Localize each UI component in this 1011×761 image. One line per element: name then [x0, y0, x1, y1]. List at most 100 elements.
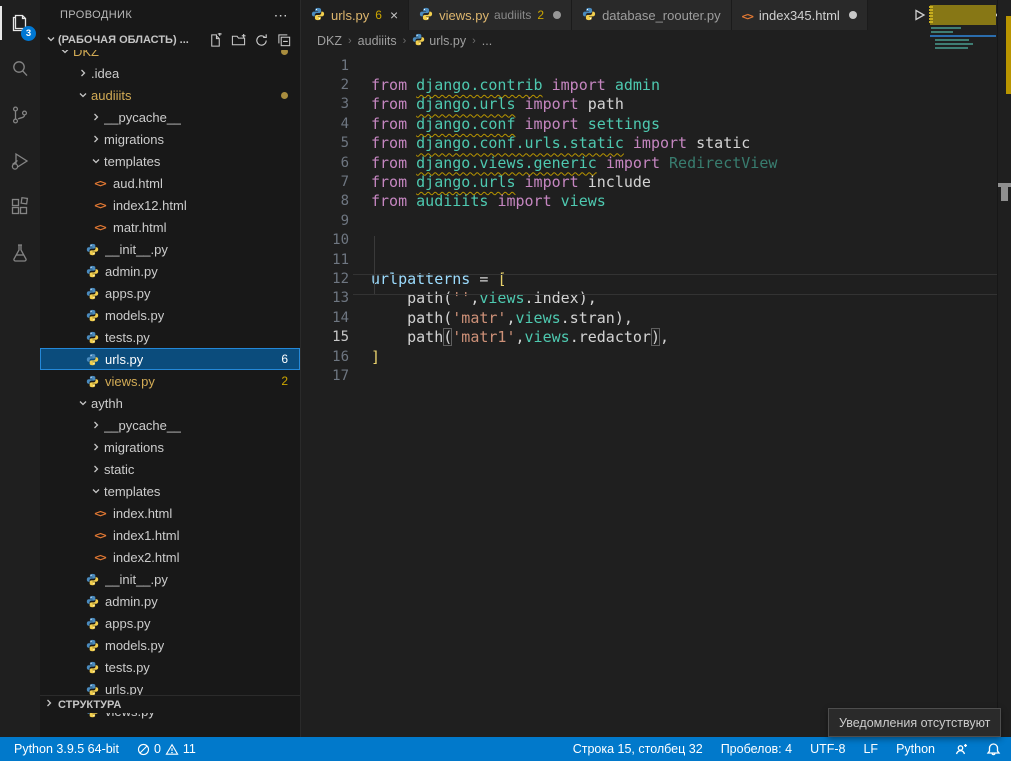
- feedback-icon[interactable]: [953, 742, 968, 757]
- problems-badge: 6: [281, 352, 288, 366]
- code-line-4[interactable]: 4from django.conf import settings: [301, 114, 1011, 133]
- line-number: 11: [301, 252, 349, 268]
- activity-search[interactable]: [0, 46, 40, 92]
- tab-views-py[interactable]: views.pyaudiiits2: [409, 0, 572, 30]
- activity-run-debug[interactable]: [0, 138, 40, 184]
- tree-item-apps-py[interactable]: apps.py: [40, 282, 300, 304]
- explorer-header: ПРОВОДНИК ⋯: [40, 0, 300, 30]
- tree-item-index12-html[interactable]: <>index12.html: [40, 194, 300, 216]
- tree-item-views-py[interactable]: views.py2: [40, 370, 300, 392]
- breadcrumb[interactable]: DKZ›audiiits› urls.py›...: [301, 30, 1011, 52]
- activity-extensions[interactable]: [0, 184, 40, 230]
- code-line-1[interactable]: 1: [301, 56, 1011, 75]
- code-line-13[interactable]: 13 path('',views.index),: [301, 289, 1011, 308]
- status-encoding[interactable]: UTF-8: [810, 742, 845, 756]
- code-line-10[interactable]: 10: [301, 231, 1011, 250]
- tree-item-models-py[interactable]: models.py: [40, 304, 300, 326]
- outline-section-header[interactable]: СТРУКТУРА: [40, 695, 300, 713]
- chevron-right-icon: [88, 464, 104, 474]
- tree-item--init-py[interactable]: __init__.py: [40, 568, 300, 590]
- tree-item-audiiits[interactable]: audiiits: [40, 84, 300, 106]
- breadcrumb-item-urls-py[interactable]: urls.py: [412, 33, 466, 49]
- tab-description: audiiits: [494, 8, 531, 22]
- tree-item-index1-html[interactable]: <>index1.html: [40, 524, 300, 546]
- status-eol[interactable]: LF: [863, 742, 878, 756]
- bell-icon[interactable]: [986, 742, 1001, 757]
- tree-item-apps-py[interactable]: apps.py: [40, 612, 300, 634]
- status-language-mode[interactable]: Python: [896, 742, 935, 756]
- code-line-11[interactable]: 11: [301, 250, 1011, 269]
- python-file-icon: [84, 595, 100, 608]
- tree-item-index2-html[interactable]: <>index2.html: [40, 546, 300, 568]
- new-file-icon[interactable]: [208, 33, 223, 48]
- chevron-down-icon: [75, 398, 91, 408]
- scrollbar-marker[interactable]: [1001, 187, 1008, 201]
- tree-item-label: urls.py: [105, 352, 143, 367]
- tree-item-urls-py[interactable]: urls.py 6: [40, 348, 300, 370]
- code-line-7[interactable]: 7from django.urls import include: [301, 172, 1011, 191]
- dirty-dot[interactable]: [553, 11, 561, 19]
- code-line-15[interactable]: 15 path('matr1',views.redactor),: [301, 327, 1011, 346]
- minimap[interactable]: [929, 0, 997, 685]
- code-line-12[interactable]: 12urlpatterns = [: [301, 269, 1011, 288]
- extensions-icon: [8, 195, 32, 219]
- close-icon[interactable]: ×: [390, 8, 398, 22]
- tab-urls-py[interactable]: urls.py6×: [301, 0, 409, 30]
- tree-item-label: index12.html: [113, 198, 187, 213]
- code-editor[interactable]: 12from django.contrib import admin 3 from …: [301, 52, 1011, 737]
- tab-index345-html[interactable]: <>index345.html: [732, 0, 868, 30]
- code-line-5[interactable]: 5from django.conf.urls.static import sta…: [301, 134, 1011, 153]
- activity-explorer[interactable]: 3: [0, 0, 40, 46]
- new-folder-icon[interactable]: [231, 33, 246, 48]
- tree-item-admin-py[interactable]: admin.py: [40, 260, 300, 282]
- code-line-9[interactable]: 9: [301, 211, 1011, 230]
- tree-item-migrations[interactable]: migrations: [40, 436, 300, 458]
- code-line-6[interactable]: 6from django.views.generic import Redire…: [301, 153, 1011, 172]
- breadcrumb-label: ...: [482, 34, 492, 48]
- tree-item--idea[interactable]: .idea: [40, 62, 300, 84]
- activity-source-control[interactable]: [0, 92, 40, 138]
- tree-item-tests-py[interactable]: tests.py: [40, 326, 300, 348]
- line-content: from django.urls import path: [371, 95, 624, 113]
- tab-database-roouter-py[interactable]: database_roouter.py: [572, 0, 732, 30]
- tree-item-templates[interactable]: templates: [40, 480, 300, 502]
- tree-item-matr-html[interactable]: <>matr.html: [40, 216, 300, 238]
- line-number: 5: [301, 135, 349, 151]
- tree-item-aythh[interactable]: aythh: [40, 392, 300, 414]
- python-interpreter[interactable]: Python 3.9.5 64-bit: [14, 742, 119, 756]
- status-cursor-position[interactable]: Строка 15, столбец 32: [573, 742, 703, 756]
- code-line-14[interactable]: 14 path('matr',views.stran),: [301, 308, 1011, 327]
- explorer-more-icon[interactable]: ⋯: [274, 7, 288, 24]
- status-indentation[interactable]: Пробелов: 4: [721, 742, 792, 756]
- code-line-2[interactable]: 2from django.contrib import admin: [301, 75, 1011, 94]
- refresh-icon[interactable]: [254, 33, 269, 48]
- breadcrumb-item-dkz[interactable]: DKZ: [317, 34, 342, 48]
- tree-item--init-py[interactable]: __init__.py: [40, 238, 300, 260]
- collapse-all-icon[interactable]: [277, 33, 292, 48]
- tree-item-index-html[interactable]: <>index.html: [40, 502, 300, 524]
- tree-item-tests-py[interactable]: tests.py: [40, 656, 300, 678]
- tree-item-models-py[interactable]: models.py: [40, 634, 300, 656]
- code-line-8[interactable]: 8from audiiits import views: [301, 192, 1011, 211]
- tree-item-templates[interactable]: templates: [40, 150, 300, 172]
- tree-item-admin-py[interactable]: admin.py: [40, 590, 300, 612]
- tab-problems-badge: 2: [537, 8, 544, 22]
- breadcrumb-item--[interactable]: ...: [482, 34, 492, 48]
- line-number: 13: [301, 290, 349, 306]
- dirty-dot[interactable]: [849, 11, 857, 19]
- activity-testing[interactable]: [0, 230, 40, 276]
- html-file-icon: <>: [92, 507, 108, 520]
- code-line-17[interactable]: 17: [301, 366, 1011, 385]
- tree-item-aud-html[interactable]: <>aud.html: [40, 172, 300, 194]
- code-line-3[interactable]: 3 from django.urls import path: [301, 95, 1011, 114]
- tree-item--pycache-[interactable]: __pycache__: [40, 106, 300, 128]
- tree-item-migrations[interactable]: migrations: [40, 128, 300, 150]
- tree-item-static[interactable]: static: [40, 458, 300, 480]
- line-number: 3: [301, 96, 349, 112]
- tree-item--pycache-[interactable]: __pycache__: [40, 414, 300, 436]
- python-file-icon: [84, 617, 100, 630]
- workspace-section-header[interactable]: (РАБОЧАЯ ОБЛАСТЬ) ...: [40, 30, 300, 50]
- code-line-16[interactable]: 16]: [301, 347, 1011, 366]
- problems-indicator[interactable]: 0 11: [137, 742, 196, 756]
- breadcrumb-item-audiiits[interactable]: audiiits: [358, 34, 397, 48]
